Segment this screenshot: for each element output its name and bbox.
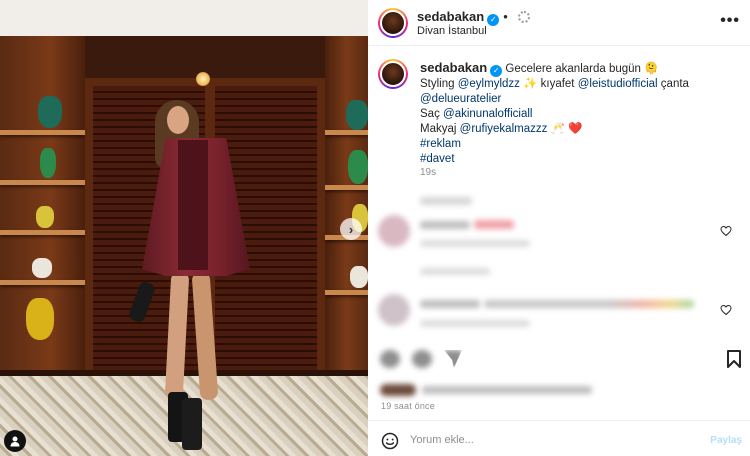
like-comment-heart-icon[interactable] xyxy=(720,304,732,316)
caption-avatar[interactable] xyxy=(378,59,408,89)
caption-text: Makyaj xyxy=(420,123,457,135)
post-timestamp: 19 saat önce xyxy=(381,401,435,411)
shelf xyxy=(325,130,368,135)
caption-line: sedabakan ✓ Gecelere akanlarda bugün 🫠 xyxy=(420,60,740,77)
user-icon xyxy=(10,436,20,447)
mention-link[interactable]: @leistudiofficial xyxy=(578,78,658,90)
avatar[interactable] xyxy=(378,8,408,38)
shelf xyxy=(0,180,85,185)
caption-text: Gecelere akanlarda bugün xyxy=(505,63,641,75)
comment-meta xyxy=(420,240,530,247)
post-details-panel: sedabakan ✓ • Divan İstanbul ••• sedabakan… xyxy=(368,0,750,456)
save-bookmark-icon[interactable] xyxy=(726,350,742,368)
emoji-smiley-icon[interactable] xyxy=(381,432,399,450)
comment-text xyxy=(484,300,694,308)
glasses-emoji: 🥂 xyxy=(550,123,565,135)
comment-username[interactable] xyxy=(420,300,480,308)
like-heart-icon[interactable] xyxy=(380,350,400,368)
vase xyxy=(40,148,56,178)
post-actions-bar xyxy=(368,338,750,378)
comment-input[interactable] xyxy=(410,429,690,451)
post-caption: sedabakan ✓ Gecelere akanlarda bugün 🫠 St… xyxy=(420,60,740,167)
caption-line: #reklam xyxy=(420,137,740,152)
separator: • xyxy=(503,9,508,24)
mention-link[interactable]: @eylmyldzz xyxy=(458,78,520,90)
comment-composer: Paylaş xyxy=(368,420,750,456)
sparkle-emoji: ✨ xyxy=(523,78,538,90)
blurred-text xyxy=(420,197,472,205)
caption-username-link[interactable]: sedabakan xyxy=(420,60,487,75)
hashtag-link[interactable]: #davet xyxy=(420,153,455,165)
vase xyxy=(350,266,368,288)
comment-avatar[interactable] xyxy=(378,215,410,247)
vase xyxy=(346,100,368,130)
chevron-right-icon: › xyxy=(348,221,354,237)
caption-text: Styling xyxy=(420,78,455,90)
person-face xyxy=(167,106,189,134)
username-link[interactable]: sedabakan xyxy=(417,9,484,24)
like-comment-heart-icon[interactable] xyxy=(720,225,732,237)
vase xyxy=(26,298,54,340)
caption-timestamp: 19s xyxy=(420,167,437,178)
tagged-users-button[interactable] xyxy=(4,430,26,452)
caption-text: kıyafet xyxy=(540,78,575,90)
caption-line: Saç @akinunalofficiall xyxy=(420,107,740,122)
person-shirt xyxy=(178,140,208,270)
caption-line: @delueuratelier xyxy=(420,92,740,107)
caption-line: Styling @eylmyldzz ✨ kıyafet @leistudiof… xyxy=(420,77,740,92)
melting-face-emoji: 🫠 xyxy=(644,63,659,75)
comment-avatar[interactable] xyxy=(378,294,410,326)
person-boot xyxy=(182,398,202,450)
lamp xyxy=(196,72,210,86)
liker-avatars[interactable] xyxy=(380,384,416,396)
verified-badge-icon: ✓ xyxy=(487,14,500,26)
view-replies-link[interactable] xyxy=(420,268,490,275)
next-photo-button[interactable]: › xyxy=(340,218,362,240)
hashtag-link[interactable]: #reklam xyxy=(420,138,461,150)
caption-line: Makyaj @rufiyekalmazzz 🥂 ❤️ xyxy=(420,122,740,137)
vase xyxy=(36,206,54,228)
location-link[interactable]: Divan İstanbul xyxy=(417,25,487,37)
photo-ceiling xyxy=(0,0,368,36)
verified-badge-icon: ✓ xyxy=(490,65,503,77)
shelf xyxy=(0,130,85,135)
header-user-line: sedabakan ✓ • xyxy=(417,9,530,26)
comment-text xyxy=(474,220,514,229)
caption-text: çanta xyxy=(660,78,689,90)
post-photo[interactable]: › xyxy=(0,0,368,456)
comment-meta xyxy=(420,320,530,327)
more-options-button[interactable]: ••• xyxy=(720,12,740,30)
shelf xyxy=(325,290,368,295)
shelf xyxy=(325,185,368,190)
likes-count[interactable] xyxy=(422,386,592,394)
post-header: sedabakan ✓ • Divan İstanbul ••• xyxy=(368,0,750,46)
more-horizontal-icon: ••• xyxy=(720,12,740,29)
vase xyxy=(348,150,368,184)
vase xyxy=(32,258,52,278)
mention-link[interactable]: @delueuratelier xyxy=(420,93,501,105)
loading-spinner-icon xyxy=(517,11,530,23)
share-send-icon[interactable] xyxy=(444,350,462,368)
shelf xyxy=(0,280,85,285)
mention-link[interactable]: @rufiyekalmazzz xyxy=(460,123,548,135)
shelf xyxy=(0,230,85,235)
mention-link[interactable]: @akinunalofficiall xyxy=(443,108,532,120)
heart-emoji: ❤️ xyxy=(568,123,583,135)
caption-line: #davet xyxy=(420,152,740,167)
caption-text: Saç xyxy=(420,108,440,120)
vase xyxy=(38,96,62,128)
comment-username[interactable] xyxy=(420,221,470,229)
post-comment-button[interactable]: Paylaş xyxy=(710,435,742,446)
comment-bubble-icon[interactable] xyxy=(412,350,432,368)
